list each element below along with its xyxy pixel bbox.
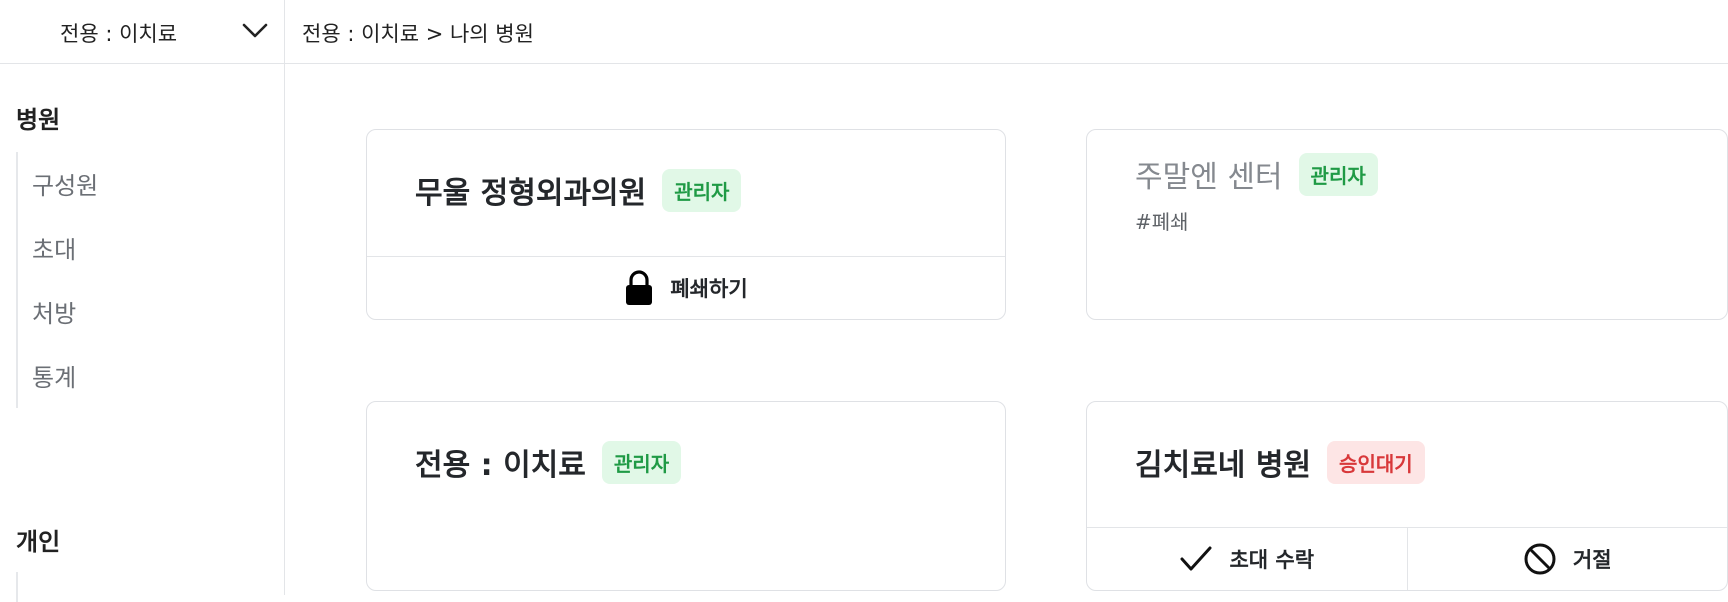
role-badge: 관리자: [662, 168, 742, 212]
sidebar-nav-group-personal: [16, 572, 18, 602]
accept-invite-button[interactable]: 초대 수락: [1087, 528, 1407, 590]
card-title-row: 주말엔 센터 관리자: [1135, 152, 1378, 196]
ban-icon: [1523, 542, 1557, 576]
sidebar-item-members[interactable]: 구성원: [32, 166, 98, 201]
card-title-row: 전용 : 이치료 관리자: [415, 440, 682, 484]
reject-label: 거절: [1572, 548, 1612, 572]
role-badge: 관리자: [1298, 152, 1378, 196]
organization-selector-label: 전용 : 이치료: [60, 22, 178, 46]
sidebar-item-invite[interactable]: 초대: [32, 230, 76, 265]
hospital-card: 무울 정형외과의원 관리자 폐쇄하기: [366, 129, 1006, 320]
pending-badge: 승인대기: [1327, 440, 1425, 484]
hospital-name: 전용 : 이치료: [415, 448, 586, 483]
accept-invite-label: 초대 수락: [1229, 548, 1315, 572]
sidebar-item-statistics[interactable]: 통계: [32, 358, 76, 393]
closed-tag: #폐쇄: [1135, 210, 1189, 234]
card-title-row: 김치료네 병원 승인대기: [1135, 440, 1425, 484]
card-title-row: 무울 정형외과의원 관리자: [415, 168, 742, 212]
chevron-down-icon[interactable]: [240, 20, 270, 42]
close-hospital-label: 폐쇄하기: [670, 277, 748, 301]
sidebar-section-hospital-title: 병원: [16, 106, 61, 134]
hospital-name: 주말엔 센터: [1135, 160, 1283, 195]
hospital-name: 김치료네 병원: [1135, 448, 1312, 483]
role-badge: 관리자: [601, 440, 682, 484]
hospital-card: 김치료네 병원 승인대기 초대 수락 거절: [1086, 401, 1728, 591]
sidebar: 병원 구성원 초대 처방 통계 개인: [0, 64, 285, 602]
top-bar: 전용 : 이치료 전용 : 이치료 > 나의 병원: [0, 0, 1728, 64]
sidebar-section-personal-title: 개인: [16, 528, 61, 556]
check-icon: [1179, 544, 1213, 574]
card-action-row: 초대 수락 거절: [1087, 527, 1727, 590]
sidebar-item-prescription[interactable]: 처방: [32, 294, 76, 329]
hospital-name: 무울 정형외과의원: [415, 176, 647, 211]
breadcrumb: 전용 : 이치료 > 나의 병원: [302, 22, 534, 46]
hospital-card: 주말엔 센터 관리자 #폐쇄: [1086, 129, 1728, 320]
organization-selector[interactable]: 전용 : 이치료: [0, 0, 285, 63]
hospital-card: 전용 : 이치료 관리자: [366, 401, 1006, 591]
lock-icon: [624, 269, 654, 307]
card-action-row: 폐쇄하기: [367, 256, 1005, 319]
close-hospital-button[interactable]: 폐쇄하기: [367, 257, 1005, 319]
sidebar-nav-group: [16, 152, 18, 408]
reject-button[interactable]: 거절: [1406, 528, 1728, 590]
